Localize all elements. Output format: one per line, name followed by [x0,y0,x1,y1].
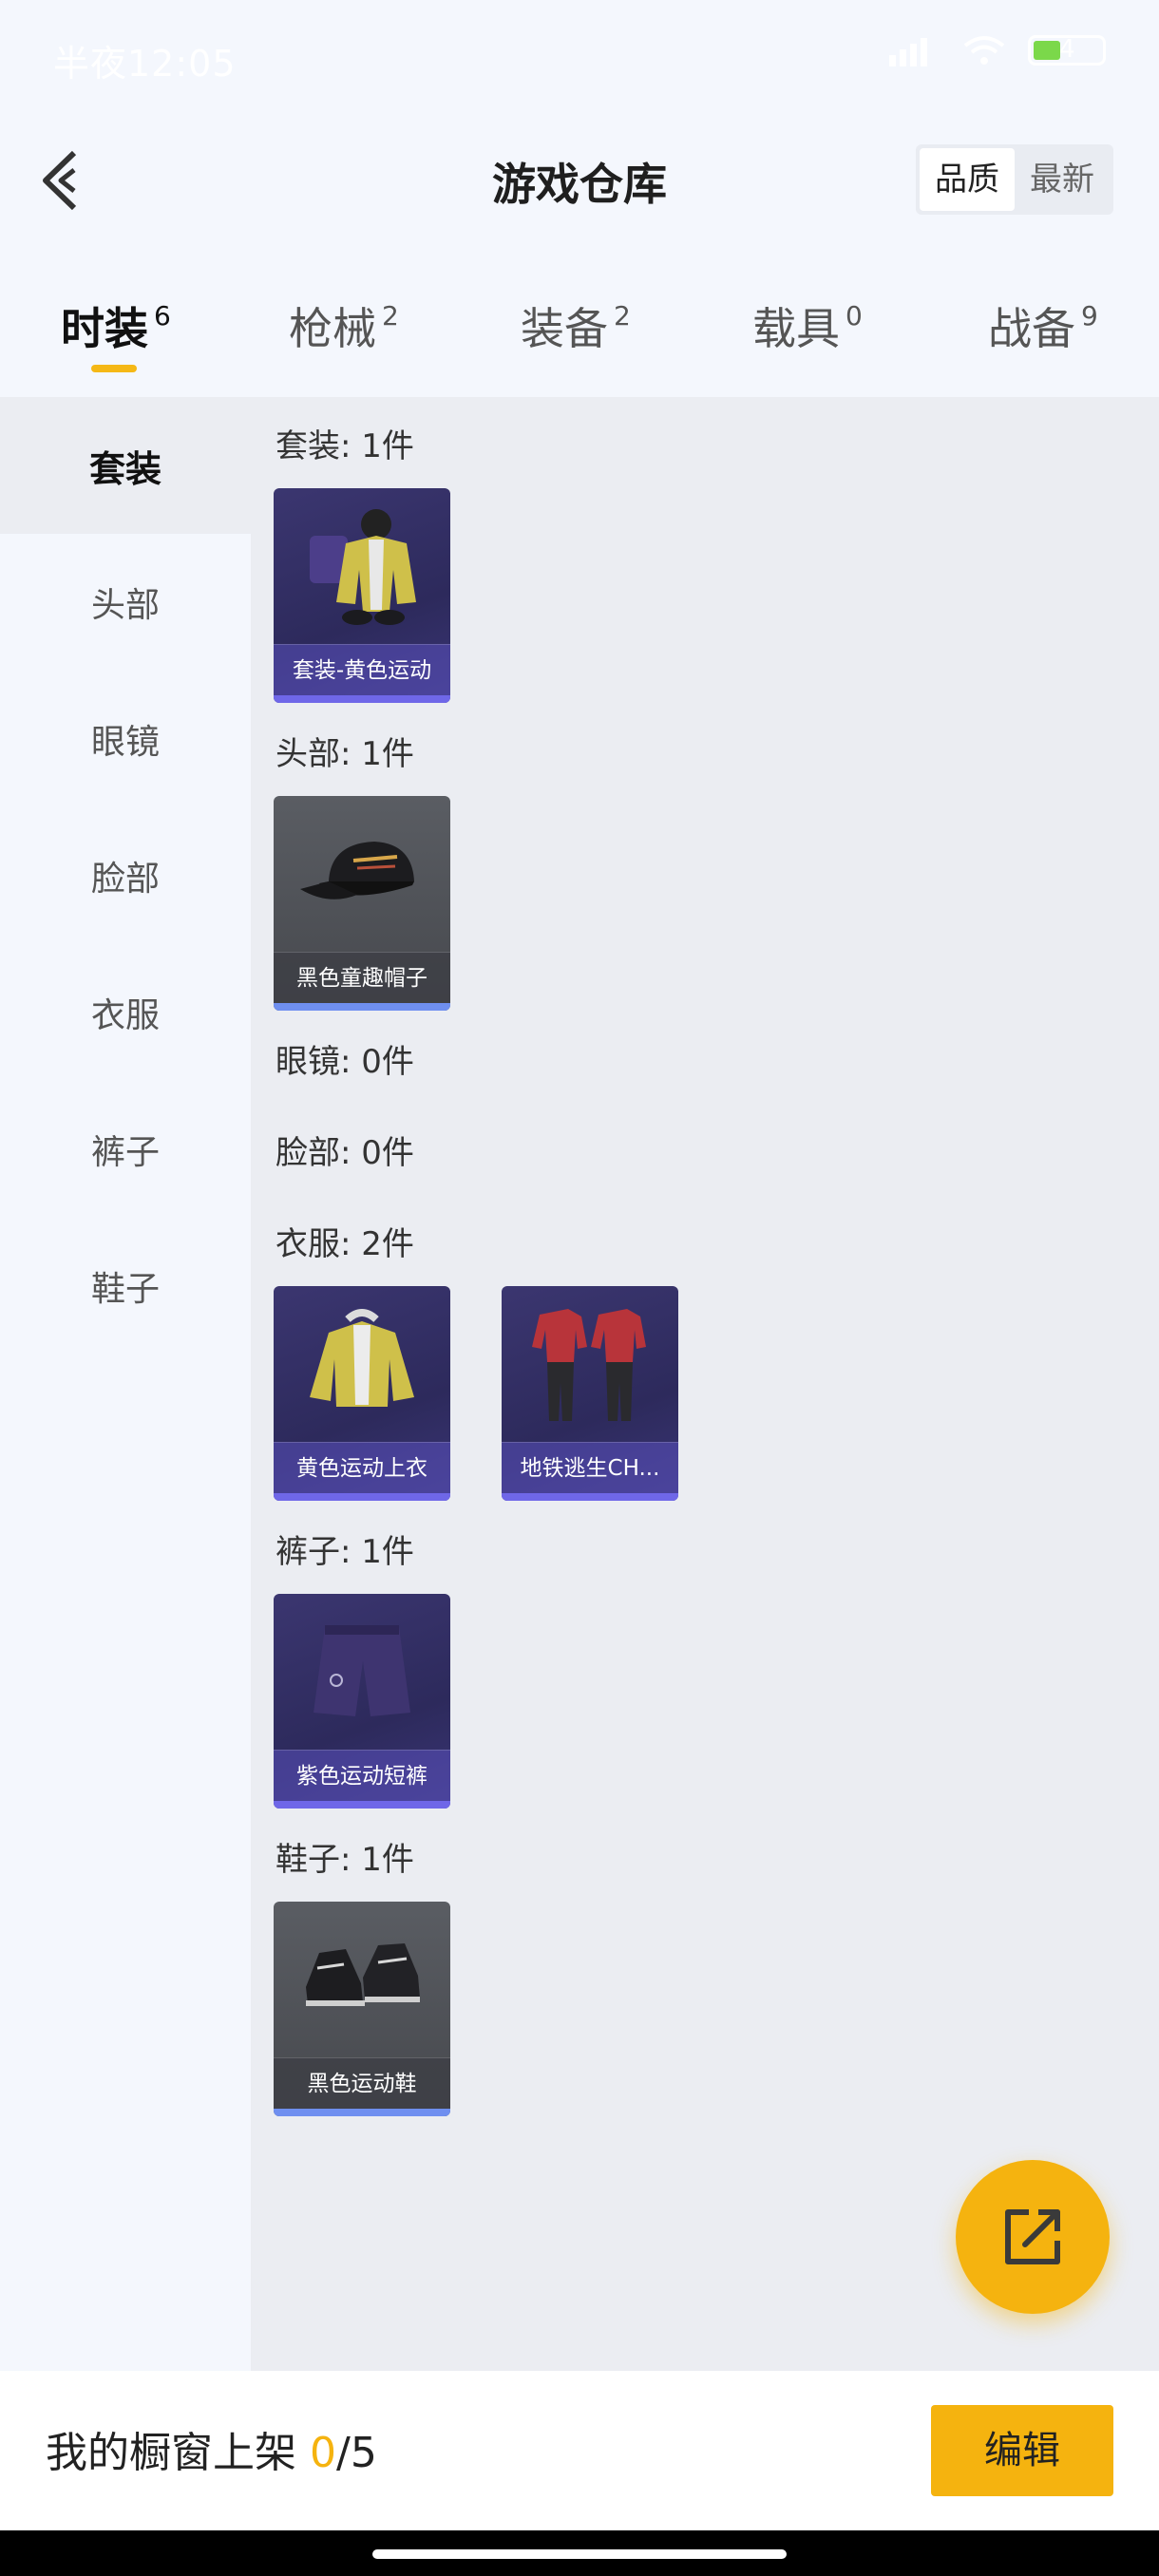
sidebar-item-head[interactable]: 头部 [0,534,251,671]
sidebar-item-shoes[interactable]: 鞋子 [0,1218,251,1354]
outfit-icon [502,1286,678,1438]
item-name: 黑色童趣帽子 [274,952,450,1003]
battery-level: 4 [1059,35,1075,64]
tab-equipment[interactable]: 装备 2 [521,294,631,357]
tab-fashion[interactable]: 时装 6 [61,294,171,357]
header: 游戏仓库 品质 最新 [0,123,1159,237]
item-name: 紫色运动短裤 [274,1750,450,1801]
sidebar-item-clothes[interactable]: 衣服 [0,944,251,1081]
sort-option-newest[interactable]: 最新 [1015,148,1110,211]
item-card-metro-outfit[interactable]: 地铁逃生CH... [502,1286,678,1501]
battery-icon: 4 [1028,35,1106,66]
item-card-purple-shorts[interactable]: 紫色运动短裤 [274,1594,450,1809]
sidebar-item-face[interactable]: 脸部 [0,807,251,944]
category-tabs: 时装 6 枪械 2 装备 2 载具 0 战备 9 [0,275,1159,380]
shorts-icon [274,1594,450,1746]
item-card-black-cap[interactable]: 黑色童趣帽子 [274,796,450,1011]
share-button[interactable] [956,2160,1110,2314]
tab-supplies[interactable]: 战备 9 [988,294,1098,357]
item-name: 黄色运动上衣 [274,1442,450,1493]
item-name: 套装-黄色运动 [274,644,450,695]
rarity-bar [502,1493,678,1501]
item-card-yellow-sport-jacket[interactable]: 黄色运动上衣 [274,1286,450,1501]
sneakers-icon [274,1902,450,2054]
tab-label: 装备 [521,303,608,354]
sidebar-item-glasses[interactable]: 眼镜 [0,671,251,807]
tab-label: 载具 [752,303,840,354]
suit-icon [274,488,450,640]
rarity-bar [274,1801,450,1809]
rarity-bar [274,695,450,703]
tab-count: 9 [1081,300,1098,331]
sidebar: 套装 头部 眼镜 脸部 衣服 裤子 鞋子 [0,397,251,2371]
tab-label: 战备 [988,303,1075,354]
signal-icon [889,38,927,66]
item-name: 地铁逃生CH... [502,1442,678,1493]
status-icons: 4 [887,34,1106,66]
section-title-suit: 套装: 1件 [276,427,414,465]
tab-vehicles[interactable]: 载具 0 [752,294,863,357]
section-title-shoes: 鞋子: 1件 [276,1841,414,1879]
showcase-status: 我的橱窗上架 0/5 [46,2418,377,2479]
tab-count: 6 [154,300,171,331]
showcase-total: /5 [336,2429,377,2477]
system-nav-bar [0,2530,1159,2576]
item-list: 套装: 1件 套装-黄色运动 头部: 1件 黑色童趣帽子 眼镜: 0件 脸部: … [251,397,1159,2371]
section-title-face: 脸部: 0件 [276,1134,414,1172]
tab-guns[interactable]: 枪械 2 [289,294,399,357]
share-icon [1005,2209,1060,2264]
section-title-clothes: 衣服: 2件 [276,1225,414,1263]
rarity-bar [274,1493,450,1501]
wifi-icon [963,36,1005,65]
item-name: 黑色运动鞋 [274,2057,450,2109]
item-card-black-sneakers[interactable]: 黑色运动鞋 [274,1902,450,2116]
section-title-pants: 裤子: 1件 [276,1533,414,1571]
rarity-bar [274,1003,450,1011]
tab-count: 2 [614,300,631,331]
home-indicator[interactable] [372,2549,787,2559]
cap-icon [274,796,450,948]
sort-toggle: 品质 最新 [916,144,1113,215]
jacket-icon [274,1286,450,1438]
tab-count: 0 [846,300,863,331]
status-time: 半夜12:05 [53,43,237,85]
tab-label: 时装 [61,303,148,354]
sidebar-item-suit[interactable]: 套装 [0,397,251,534]
tab-label: 枪械 [289,303,376,354]
rarity-bar [274,2109,450,2116]
showcase-count: 0 [310,2429,336,2477]
showcase-bar: 我的橱窗上架 0/5 编辑 [0,2371,1159,2530]
item-card-yellow-sport-suit[interactable]: 套装-黄色运动 [274,488,450,703]
section-title-head: 头部: 1件 [276,735,414,773]
showcase-label: 我的橱窗上架 [46,2429,310,2477]
section-title-glasses: 眼镜: 0件 [276,1043,414,1081]
sort-option-quality[interactable]: 品质 [920,148,1015,211]
status-bar: 半夜12:05 4 [0,0,1159,104]
edit-button[interactable]: 编辑 [931,2405,1113,2496]
sidebar-item-pants[interactable]: 裤子 [0,1081,251,1218]
tab-count: 2 [382,300,399,331]
active-tab-indicator [91,365,137,372]
